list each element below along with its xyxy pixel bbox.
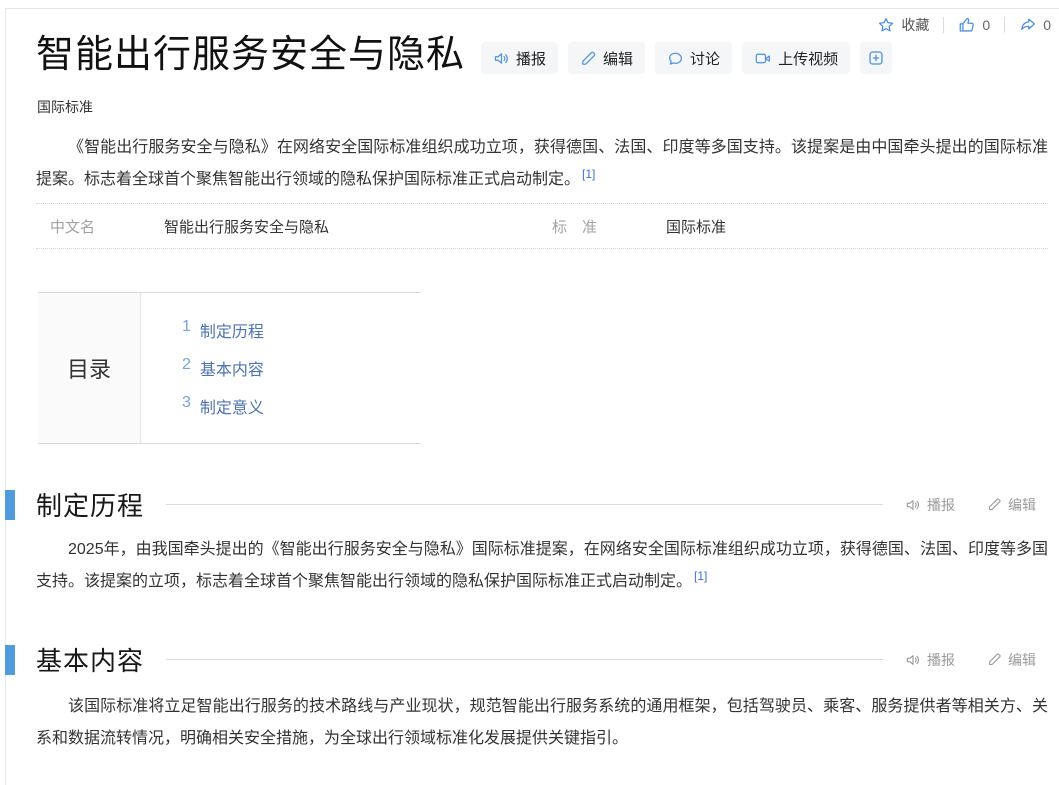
info-label: 中文名 — [50, 216, 164, 237]
info-value: 智能出行服务安全与隐私 — [164, 216, 329, 237]
speaker-icon — [493, 50, 510, 67]
divider — [1004, 17, 1005, 33]
toc-item-number: 2 — [182, 356, 191, 380]
summary-paragraph: 《智能出行服务安全与隐私》在网络安全国际标准组织成功立项，获得德国、法国、印度等… — [36, 132, 1048, 196]
thumbs-up-icon — [958, 16, 976, 34]
section-broadcast-label: 播报 — [927, 650, 955, 670]
page-title: 智能出行服务安全与隐私 — [36, 33, 465, 79]
section-edit-button[interactable]: 编辑 — [987, 495, 1036, 515]
toc-item-label: 制定意义 — [200, 394, 264, 418]
section-marker-bar — [5, 490, 15, 520]
star-icon — [877, 16, 895, 34]
top-actions-bar: 收藏 0 0 — [877, 15, 1051, 35]
section-edit-button[interactable]: 编辑 — [987, 650, 1036, 670]
section-marker-bar — [5, 645, 15, 675]
section-history-paragraph: 2025年，由我国牵头提出的《智能出行服务安全与隐私》国际标准提案，在网络安全国… — [36, 534, 1048, 598]
pencil-icon — [580, 50, 597, 67]
info-value: 国际标准 — [666, 216, 726, 237]
discuss-button[interactable]: 讨论 — [655, 42, 732, 74]
section-history-text: 2025年，由我国牵头提出的《智能出行服务安全与隐私》国际标准提案，在网络安全国… — [36, 541, 1048, 590]
section-title: 基本内容 — [36, 641, 144, 678]
toc-item-3[interactable]: 3 制定意义 — [182, 394, 421, 418]
info-row-standard: 标 准 国际标准 — [544, 216, 726, 237]
divider — [943, 17, 944, 33]
toc-item-number: 3 — [182, 394, 191, 418]
favorite-label: 收藏 — [901, 15, 929, 35]
basic-info-table: 中文名 智能出行服务安全与隐私 标 准 国际标准 — [36, 203, 1048, 249]
share-icon — [1019, 16, 1037, 34]
title-action-buttons: 播报 编辑 讨论 上传视频 — [481, 42, 892, 74]
like-button[interactable]: 0 — [958, 16, 990, 34]
toc-item-1[interactable]: 1 制定历程 — [182, 318, 421, 342]
video-camera-icon — [754, 50, 772, 67]
section-content-text: 该国际标准将立足智能出行服务的技术路线与产业现状，规范智能出行服务系统的通用框架… — [36, 698, 1048, 747]
reference-link[interactable]: [1] — [582, 167, 595, 181]
share-button[interactable]: 0 — [1019, 16, 1051, 34]
section-broadcast-button[interactable]: 播报 — [905, 650, 955, 670]
plus-square-icon — [867, 49, 885, 67]
speaker-icon — [905, 497, 921, 513]
table-of-contents: 目录 1 制定历程 2 基本内容 3 制定意义 — [38, 292, 421, 444]
like-count: 0 — [982, 17, 990, 33]
section-header-content: 基本内容 播报 编辑 — [6, 641, 1059, 678]
section-content-paragraph: 该国际标准将立足智能出行服务的技术路线与产业现状，规范智能出行服务系统的通用框架… — [36, 691, 1048, 755]
reference-link[interactable]: [1] — [694, 569, 707, 583]
edit-button[interactable]: 编辑 — [568, 42, 645, 74]
toc-title: 目录 — [38, 293, 141, 443]
section-actions: 播报 编辑 — [905, 650, 1036, 670]
page-subtitle: 国际标准 — [37, 97, 93, 117]
broadcast-button[interactable]: 播报 — [481, 42, 558, 74]
speaker-icon — [905, 652, 921, 668]
section-broadcast-label: 播报 — [927, 495, 955, 515]
share-count: 0 — [1043, 17, 1051, 33]
info-label: 标 准 — [552, 216, 666, 237]
section-edit-label: 编辑 — [1008, 495, 1036, 515]
toc-item-2[interactable]: 2 基本内容 — [182, 356, 421, 380]
toc-item-number: 1 — [182, 318, 191, 342]
upload-video-label: 上传视频 — [778, 48, 838, 69]
pencil-icon — [987, 497, 1002, 512]
pencil-icon — [987, 652, 1002, 667]
discuss-label: 讨论 — [690, 48, 720, 69]
toc-item-label: 制定历程 — [200, 318, 264, 342]
section-title: 制定历程 — [36, 486, 144, 523]
section-edit-label: 编辑 — [1008, 650, 1036, 670]
add-to-collection-button[interactable] — [860, 42, 892, 74]
section-divider-line — [166, 659, 883, 660]
title-row: 智能出行服务安全与隐私 播报 编辑 讨论 — [36, 33, 892, 79]
section-header-history: 制定历程 播报 编辑 — [6, 486, 1059, 523]
info-row-chinese-name: 中文名 智能出行服务安全与隐私 — [36, 216, 544, 237]
chat-bubble-icon — [667, 50, 684, 67]
section-broadcast-button[interactable]: 播报 — [905, 495, 955, 515]
section-actions: 播报 编辑 — [905, 495, 1036, 515]
toc-item-label: 基本内容 — [200, 356, 264, 380]
toc-list: 1 制定历程 2 基本内容 3 制定意义 — [141, 293, 421, 443]
favorite-button[interactable]: 收藏 — [877, 15, 929, 35]
upload-video-button[interactable]: 上传视频 — [742, 42, 850, 74]
broadcast-label: 播报 — [516, 48, 546, 69]
edit-label: 编辑 — [603, 48, 633, 69]
summary-text: 《智能出行服务安全与隐私》在网络安全国际标准组织成功立项，获得德国、法国、印度等… — [36, 139, 1048, 188]
article-page: 收藏 0 0 智能出行服务安全与隐私 播报 — [5, 8, 1059, 785]
section-divider-line — [166, 504, 883, 505]
